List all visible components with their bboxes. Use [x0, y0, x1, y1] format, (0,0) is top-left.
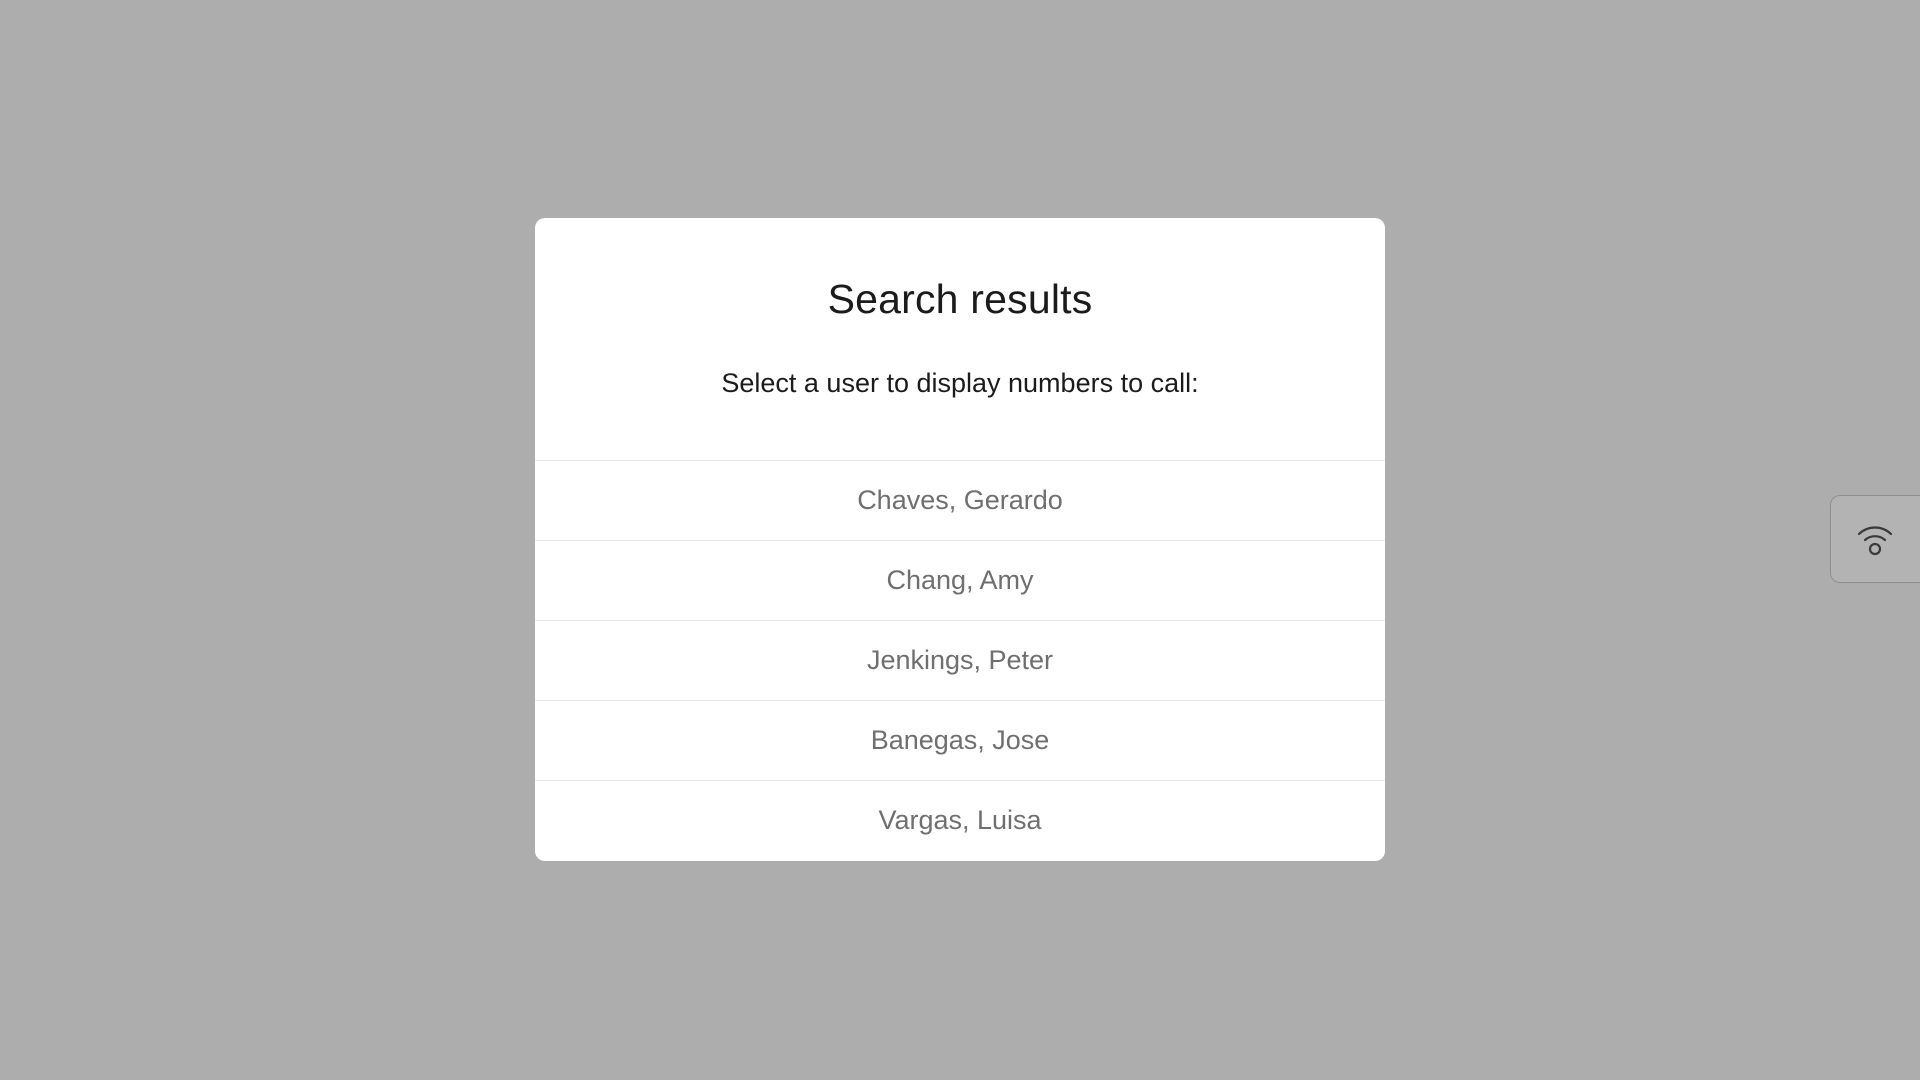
result-item-chang-amy[interactable]: Chang, Amy [535, 540, 1385, 620]
result-item-chaves-gerardo[interactable]: Chaves, Gerardo [535, 460, 1385, 540]
result-item-jenkings-peter[interactable]: Jenkings, Peter [535, 620, 1385, 700]
search-results-dialog: Search results Select a user to display … [535, 218, 1385, 861]
wifi-icon [1857, 526, 1893, 556]
result-item-vargas-luisa[interactable]: Vargas, Luisa [535, 780, 1385, 860]
results-list: Chaves, Gerardo Chang, Amy Jenkings, Pet… [535, 460, 1385, 860]
dialog-title: Search results [827, 276, 1093, 322]
result-item-banegas-jose[interactable]: Banegas, Jose [535, 700, 1385, 780]
dialog-subtitle: Select a user to display numbers to call… [721, 368, 1199, 398]
wifi-button[interactable] [1830, 495, 1920, 583]
